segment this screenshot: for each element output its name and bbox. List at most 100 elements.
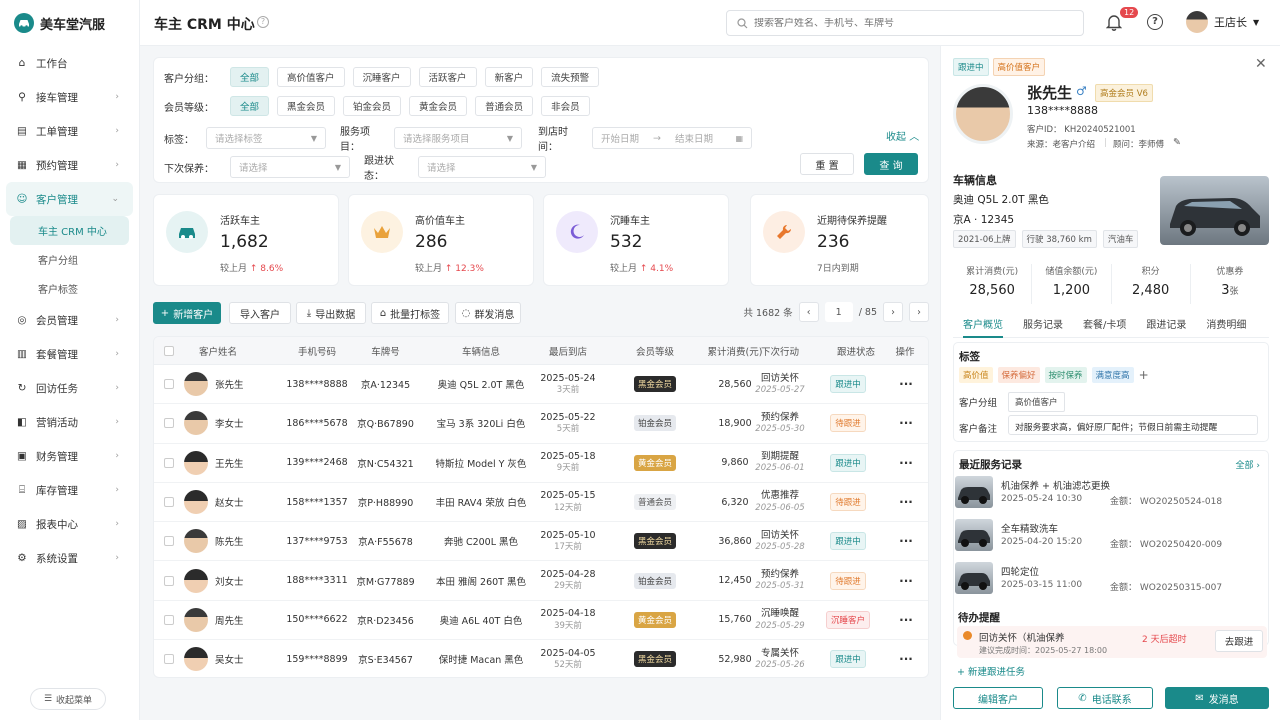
app-logo[interactable]: 美车堂汽服 [0,0,139,46]
next-page-button[interactable]: › [883,302,903,322]
detail-tab[interactable]: 跟进记录 [1136,312,1196,337]
table-row[interactable]: 刘女士 188****3311 京M·G77889 本田 雅阁 260T 黑色 2025… [154,561,928,601]
edit-pen-icon[interactable]: ✎ [1173,137,1181,148]
sidebar-item-4[interactable]: ☺ 客户管理 ⌄ [6,182,133,216]
group-chip[interactable]: 沉睡客户 [352,67,411,87]
detail-tab[interactable]: 客户概览 [953,312,1013,338]
table-row[interactable]: 赵女士 158****1357 京P·H88990 丰田 RAV4 荣放 白色 2025… [154,483,928,523]
more-actions-icon[interactable]: ··· [888,404,924,442]
more-actions-icon[interactable]: ··· [888,640,924,677]
row-checkbox-cell[interactable] [162,601,176,639]
export-button[interactable]: ⤓ 导出数据 [296,302,366,324]
detail-tab[interactable]: 服务记录 [1013,312,1073,337]
search-box[interactable] [726,10,1084,36]
reset-button[interactable]: 重 置 [800,153,854,175]
row-checkbox-cell[interactable] [162,365,176,403]
customer-name-cell[interactable]: 周先生 [184,601,264,639]
query-button[interactable]: 查 询 [864,153,918,175]
table-row[interactable]: 吴女士 159****8899 京S·E34567 保时捷 Macan 黑色 2025-… [154,640,928,677]
more-actions-icon[interactable]: ··· [888,522,924,560]
sidebar-item-12[interactable]: ⚙ 系统设置 › [6,541,133,575]
group-chip[interactable]: 流失预警 [541,67,600,87]
add-label-icon[interactable]: + [1139,368,1149,382]
follow-up-button[interactable]: 去跟进 [1215,630,1263,652]
group-chip[interactable]: 新客户 [484,67,534,87]
sidebar-subitem-2[interactable]: 客户标签 [10,274,129,303]
group-chip[interactable]: 全部 [230,67,270,87]
call-button[interactable]: ✆ 电话联系 [1057,687,1153,709]
stat-card[interactable]: 沉睡车主 532 较上月 ↑ 4.1% [543,194,729,286]
level-chip[interactable]: 铂金会员 [343,96,402,116]
service-record-item[interactable]: 四轮定位 2025-03-15 11:00 金额： WO20250315-007 [955,562,1265,598]
more-actions-icon[interactable]: ··· [888,444,924,482]
view-all-link[interactable]: 全部 › [1236,458,1260,471]
customer-name-cell[interactable]: 张先生 [184,365,264,403]
sidebar-item-6[interactable]: ▥ 套餐管理 › [6,337,133,371]
customer-name-cell[interactable]: 王先生 [184,444,264,482]
tag-select[interactable]: 请选择标签 ▼ [206,127,326,149]
select-all-checkbox-cell[interactable] [162,337,176,364]
checkbox[interactable] [164,497,174,508]
bell-icon[interactable] [1106,14,1122,31]
row-checkbox-cell[interactable] [162,522,176,560]
checkbox[interactable] [164,654,174,665]
add-customer-button[interactable]: + 新增客户 [153,302,221,324]
sidebar-item-8[interactable]: ◧ 营销活动 › [6,405,133,439]
search-input[interactable] [754,17,1083,29]
more-actions-icon[interactable]: ··· [888,601,924,639]
send-message-button[interactable]: ✉ 发消息 [1165,687,1269,709]
sidebar-item-0[interactable]: ⌂ 工作台 [6,46,133,80]
sidebar-item-3[interactable]: ▦ 预约管理 › [6,148,133,182]
service-record-item[interactable]: 机油保养 + 机油滤芯更换 2025-05-24 10:30 金额： WO20250… [955,476,1265,512]
prev-page-button[interactable]: ‹ [798,302,819,322]
checkbox[interactable] [164,614,174,625]
customer-name-cell[interactable]: 陈先生 [184,522,264,560]
row-checkbox-cell[interactable] [162,404,176,442]
collapse-menu-button[interactable]: ☰ 收起菜单 [30,688,106,710]
checkbox[interactable] [164,418,174,429]
user-menu[interactable]: 王店长 ▼ [1186,11,1259,33]
checkbox[interactable] [164,379,174,390]
stat-card[interactable]: 活跃车主 1,682 较上月 ↑ 8.6% [153,194,339,286]
sidebar-item-7[interactable]: ↻ 回访任务 › [6,371,133,405]
level-chip[interactable]: 普通会员 [475,96,534,116]
sidebar-item-10[interactable]: ⌸ 库存管理 › [6,473,133,507]
close-icon[interactable]: ✕ [1255,56,1267,72]
row-checkbox-cell[interactable] [162,483,176,521]
sidebar-subitem-0[interactable]: 车主 CRM 中心 [10,216,129,245]
row-checkbox-cell[interactable] [162,561,176,599]
stat-card[interactable]: 高价值车主 286 较上月 ↑ 12.3% [348,194,534,286]
more-actions-icon[interactable]: ··· [888,561,924,599]
customer-name-cell[interactable]: 李女士 [184,404,264,442]
checkbox[interactable] [164,457,174,468]
date-range-picker[interactable]: 开始日期 → 结束日期 ▦ [592,127,752,149]
batch-tag-button[interactable]: ⌂ 批量打标签 [371,302,449,324]
more-actions-icon[interactable]: ··· [888,483,924,521]
table-row[interactable]: 陈先生 137****9753 京A·F55678 奔驰 C200L 黑色 2025-0… [154,522,928,562]
checkbox[interactable] [164,345,174,356]
more-actions-icon[interactable]: ··· [888,365,924,403]
table-row[interactable]: 张先生 138****8888 京A·12345 奥迪 Q5L 2.0T 黑色 2025… [154,365,928,405]
customer-name-cell[interactable]: 刘女士 [184,561,264,599]
table-row[interactable]: 周先生 150****6622 京R·D23456 奥迪 A6L 40T 白色 2025… [154,601,928,641]
edit-customer-button[interactable]: 编辑客户 [953,687,1043,709]
import-customer-button[interactable]: 导入客户 [229,302,291,324]
level-chip[interactable]: 全部 [230,96,270,116]
sidebar-item-9[interactable]: ▣ 财务管理 › [6,439,133,473]
service-select[interactable]: 请选择服务项目 ▼ [394,127,522,149]
group-chip[interactable]: 活跃客户 [418,67,477,87]
level-chip[interactable]: 黑金会员 [277,96,336,116]
sidebar-item-2[interactable]: ▤ 工单管理 › [6,114,133,148]
detail-tab[interactable]: 套餐/卡项 [1073,312,1136,337]
customer-name-cell[interactable]: 赵女士 [184,483,264,521]
help-icon[interactable]: ? [257,16,269,28]
follow-status-select[interactable]: 请选择 ▼ [418,156,546,178]
table-row[interactable]: 王先生 139****2468 京N·C54321 特斯拉 Model Y 灰色 202… [154,444,928,483]
sidebar-item-5[interactable]: ◎ 会员管理 › [6,303,133,337]
stat-card[interactable]: 近期待保养提醒 236 7日内到期 [750,194,929,286]
collapse-filter-link[interactable]: 收起 ︿ [886,128,919,143]
level-chip[interactable]: 非会员 [541,96,590,116]
table-row[interactable]: 李女士 186****5678 京Q·B67890 宝马 3系 320Li 白色 202… [154,404,928,444]
last-page-button[interactable]: › [909,302,929,322]
sidebar-item-11[interactable]: ▨ 报表中心 › [6,507,133,541]
